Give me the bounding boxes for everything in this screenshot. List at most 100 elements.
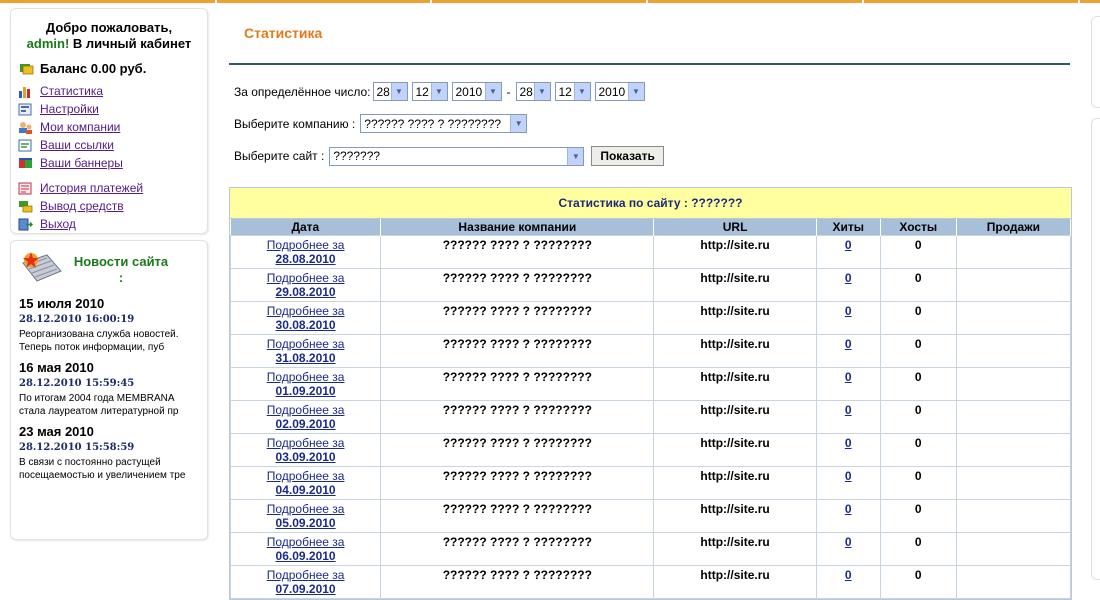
cell-hosts: 0 (879, 499, 957, 533)
hits-link[interactable]: 0 (845, 535, 852, 549)
details-link-date: 01.09.2010 (275, 384, 336, 398)
details-link[interactable]: Подробнее за 07.09.2010 (231, 568, 380, 596)
cell-hits: 0 (815, 400, 881, 434)
news-date: 23 мая 2010 (19, 424, 94, 439)
from-day-select[interactable]: 28 ▼ (372, 82, 408, 101)
menu-item-exit[interactable]: Выход (18, 215, 207, 233)
cell-hits: 0 (815, 301, 881, 335)
right-panel-fragment (1091, 118, 1100, 580)
hits-link[interactable]: 0 (845, 271, 852, 285)
table-row: Подробнее за 05.09.2010?????? ???? ? ????… (229, 499, 1072, 533)
to-month-select[interactable]: 12 ▼ (554, 82, 591, 101)
details-link[interactable]: Подробнее за 03.09.2010 (231, 436, 380, 464)
cell-url: http://site.ru (653, 433, 817, 467)
menu-link-companies[interactable]: Мои компании (40, 120, 120, 134)
hits-link[interactable]: 0 (845, 403, 852, 417)
table-row: Подробнее за 29.08.2010?????? ???? ? ????… (229, 268, 1072, 302)
cell-sales (955, 499, 1072, 533)
details-link-prefix: Подробнее за (266, 568, 345, 582)
date-filter-label: За определённое число: (234, 84, 371, 99)
hits-link[interactable]: 0 (845, 304, 852, 318)
details-link[interactable]: Подробнее за 31.08.2010 (231, 337, 380, 365)
menu-item-links[interactable]: Ваши ссылки (18, 136, 207, 154)
cell-date: Подробнее за 03.09.2010 (229, 433, 382, 467)
details-link[interactable]: Подробнее за 30.08.2010 (231, 304, 380, 332)
hits-link[interactable]: 0 (845, 568, 852, 582)
cell-url: http://site.ru (653, 499, 817, 533)
cell-company: ?????? ???? ? ???????? (380, 400, 655, 434)
news-header: Новости сайта : (17, 249, 207, 290)
details-link-date: 31.08.2010 (275, 351, 336, 365)
news-title: Новости сайта : (73, 253, 169, 285)
cell-hosts: 0 (879, 301, 957, 335)
table-row: Подробнее за 04.09.2010?????? ???? ? ????… (229, 466, 1072, 500)
details-link-prefix: Подробнее за (266, 337, 345, 351)
menu-item-banners[interactable]: Ваши баннеры (18, 154, 207, 172)
hits-link[interactable]: 0 (845, 502, 852, 516)
page-title: Статистика (244, 25, 323, 41)
details-link[interactable]: Подробнее за 28.08.2010 (231, 238, 380, 266)
cell-hosts: 0 (879, 268, 957, 302)
cell-company: ?????? ???? ? ???????? (380, 235, 655, 269)
details-link[interactable]: Подробнее за 29.08.2010 (231, 271, 380, 299)
column-header-date: Дата (230, 219, 382, 236)
cell-hosts: 0 (879, 334, 957, 368)
menu-item-statistics[interactable]: Статистика (18, 82, 207, 100)
from-month-select[interactable]: 12 ▼ (411, 82, 448, 101)
menu-item-withdraw[interactable]: Вывод средств (18, 197, 207, 215)
details-link-prefix: Подробнее за (266, 304, 345, 318)
show-button[interactable]: Показать (591, 146, 664, 166)
details-link[interactable]: Подробнее за 01.09.2010 (231, 370, 380, 398)
cell-date: Подробнее за 01.09.2010 (229, 367, 382, 401)
menu-item-settings[interactable]: Настройки (18, 100, 207, 118)
date-range-dash: - (506, 84, 511, 99)
menu-link-banners[interactable]: Ваши баннеры (40, 156, 123, 170)
company-select[interactable]: ?????? ???? ? ???????? ▼ (360, 114, 528, 133)
menu-item-companies[interactable]: Мои компании (18, 118, 207, 136)
news-date: 16 мая 2010 (19, 360, 94, 375)
cell-company: ?????? ???? ? ???????? (380, 532, 655, 566)
details-link-prefix: Подробнее за (266, 271, 345, 285)
site-select[interactable]: ??????? ▼ (329, 146, 585, 166)
details-link[interactable]: Подробнее за 06.09.2010 (231, 535, 380, 563)
to-day-select[interactable]: 28 ▼ (515, 82, 551, 101)
cell-sales (955, 334, 1072, 368)
money-icon (19, 62, 34, 75)
chevron-down-icon: ▼ (510, 115, 527, 132)
from-year-value: 2010 (455, 84, 483, 99)
column-header-url: URL (653, 219, 817, 236)
details-link[interactable]: Подробнее за 02.09.2010 (231, 403, 380, 431)
column-header-sales: Продажи (956, 219, 1072, 236)
cell-hits: 0 (815, 532, 881, 566)
cell-hosts: 0 (879, 532, 957, 566)
details-link[interactable]: Подробнее за 04.09.2010 (231, 469, 380, 497)
to-year-select[interactable]: 2010 ▼ (594, 82, 645, 101)
menu-link-exit[interactable]: Выход (40, 217, 76, 231)
from-year-select[interactable]: 2010 ▼ (451, 82, 502, 101)
cell-sales (955, 433, 1072, 467)
cell-hits: 0 (815, 367, 881, 401)
table-row: Подробнее за 02.09.2010?????? ???? ? ????… (229, 400, 1072, 434)
details-link-date: 06.09.2010 (275, 549, 336, 563)
menu-link-withdraw[interactable]: Вывод средств (40, 199, 124, 213)
cell-hosts: 0 (879, 400, 957, 434)
cell-hits: 0 (815, 268, 881, 302)
links-icon (18, 139, 33, 152)
cell-sales (955, 235, 1072, 269)
details-link-date: 28.08.2010 (275, 252, 336, 266)
details-link-prefix: Подробнее за (266, 469, 345, 483)
hits-link[interactable]: 0 (845, 436, 852, 450)
cell-url: http://site.ru (653, 235, 817, 269)
hits-link[interactable]: 0 (845, 337, 852, 351)
hits-link[interactable]: 0 (845, 238, 852, 252)
menu-link-links[interactable]: Ваши ссылки (40, 138, 114, 152)
hits-link[interactable]: 0 (845, 370, 852, 384)
right-panel-fragment (1091, 16, 1100, 108)
menu-link-payment-history[interactable]: История платежей (40, 181, 143, 195)
details-link[interactable]: Подробнее за 05.09.2010 (231, 502, 380, 530)
from-day-value: 28 (376, 84, 390, 99)
menu-link-settings[interactable]: Настройки (40, 102, 99, 116)
hits-link[interactable]: 0 (845, 469, 852, 483)
menu-link-statistics[interactable]: Статистика (40, 84, 103, 98)
menu-item-payment-history[interactable]: История платежей (18, 179, 207, 197)
